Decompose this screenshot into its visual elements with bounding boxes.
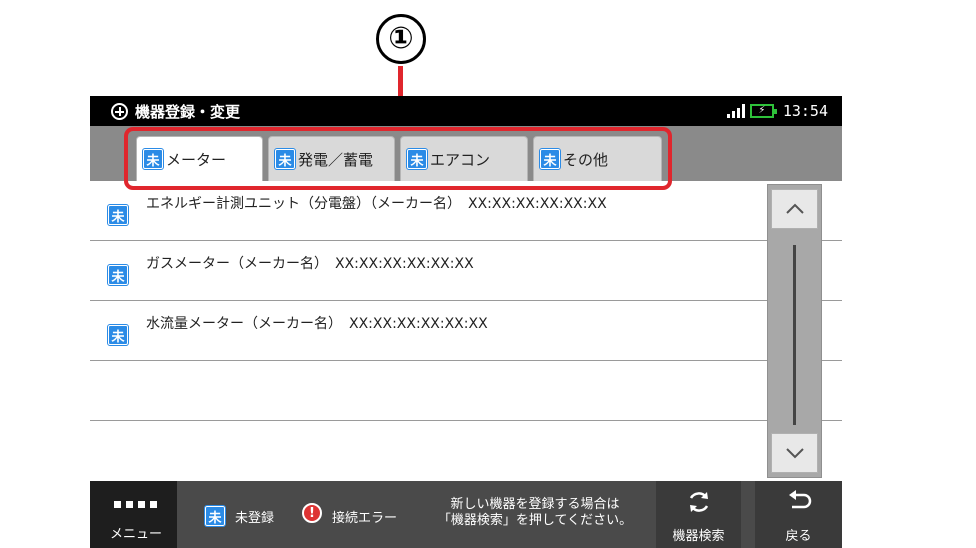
unregistered-badge: 未: [107, 324, 129, 346]
bottom-bar: メニュー 未 未登録 ! 接続エラー 新しい機器を登録する場合は 「機器検索」を…: [90, 481, 842, 548]
list-item-empty: [90, 421, 842, 481]
battery-charging-icon: ⚡: [749, 104, 777, 118]
unregistered-badge: 未: [107, 264, 129, 286]
back-button[interactable]: 戻る: [755, 481, 842, 548]
clock: 13:54: [782, 102, 828, 120]
tab-label: 発電／蓄電: [298, 150, 374, 169]
chevron-down-icon: [785, 448, 804, 459]
scroll-up-button[interactable]: [771, 189, 818, 229]
menu-button[interactable]: メニュー: [90, 481, 177, 548]
unregistered-badge: 未: [107, 204, 129, 226]
scroll-down-button[interactable]: [771, 433, 818, 473]
device-list: 未 エネルギー計測ユニット（分電盤）（メーカー名） XX:XX:XX:XX:XX…: [90, 181, 842, 481]
signal-icon: [726, 104, 745, 118]
return-arrow-icon: [788, 490, 811, 509]
refresh-icon: [689, 492, 708, 512]
hint-line: 「機器検索」を押してください。: [437, 513, 633, 528]
title-bar: 機器登録・変更 ⚡ 13:54: [90, 96, 842, 126]
status-area: ⚡ 13:54: [726, 96, 828, 126]
tab-label: その他: [563, 150, 609, 169]
scrollbar[interactable]: [767, 184, 822, 478]
tab-bar: 未 メーター 未 発電／蓄電 未 エアコン 未 その他: [90, 126, 842, 181]
tab-other[interactable]: 未 その他: [533, 136, 662, 181]
error-icon: !: [302, 503, 322, 523]
hint-line: 新しい機器を登録する場合は: [450, 497, 620, 512]
tab-air-conditioner[interactable]: 未 エアコン: [400, 136, 528, 181]
list-item[interactable]: 未 エネルギー計測ユニット（分電盤）（メーカー名） XX:XX:XX:XX:XX…: [90, 181, 842, 241]
back-label: 戻る: [785, 529, 812, 544]
device-label: エネルギー計測ユニット（分電盤）（メーカー名） XX:XX:XX:XX:XX:X…: [146, 196, 607, 212]
device-label: ガスメーター（メーカー名） XX:XX:XX:XX:XX:XX: [146, 256, 474, 272]
list-item-empty: [90, 361, 842, 421]
device-search-button[interactable]: 機器検索: [656, 481, 741, 548]
menu-dots-icon: [114, 501, 157, 508]
unregistered-badge: 未: [274, 148, 296, 170]
legend-unregistered-label: 未登録: [235, 511, 275, 526]
chevron-up-icon: [785, 203, 804, 214]
list-item[interactable]: 未 水流量メーター（メーカー名） XX:XX:XX:XX:XX:XX: [90, 301, 842, 361]
scroll-thumb[interactable]: [793, 245, 796, 425]
hint-text: 新しい機器を登録する場合は 「機器検索」を押してください。: [420, 497, 650, 529]
plus-circle-icon: [111, 102, 128, 120]
unregistered-badge: 未: [142, 148, 164, 170]
legend-error-label: 接続エラー: [332, 511, 398, 526]
list-item[interactable]: 未 ガスメーター（メーカー名） XX:XX:XX:XX:XX:XX: [90, 241, 842, 301]
device-screen: 機器登録・変更 ⚡ 13:54 未 メーター 未 発電／蓄電 未 エアコン 未 …: [90, 96, 842, 548]
tab-meter[interactable]: 未 メーター: [136, 136, 263, 181]
menu-label: メニュー: [110, 527, 163, 542]
unregistered-badge: 未: [539, 148, 561, 170]
device-search-label: 機器検索: [672, 529, 725, 544]
device-label: 水流量メーター（メーカー名） XX:XX:XX:XX:XX:XX: [146, 316, 488, 332]
tab-label: メーター: [166, 150, 227, 169]
tab-label: エアコン: [430, 150, 491, 169]
tab-power-generation[interactable]: 未 発電／蓄電: [268, 136, 395, 181]
unregistered-badge: 未: [406, 148, 428, 170]
page-title: 機器登録・変更: [135, 102, 241, 121]
annotation-marker: ①: [376, 14, 426, 64]
unregistered-badge: 未: [204, 505, 226, 527]
